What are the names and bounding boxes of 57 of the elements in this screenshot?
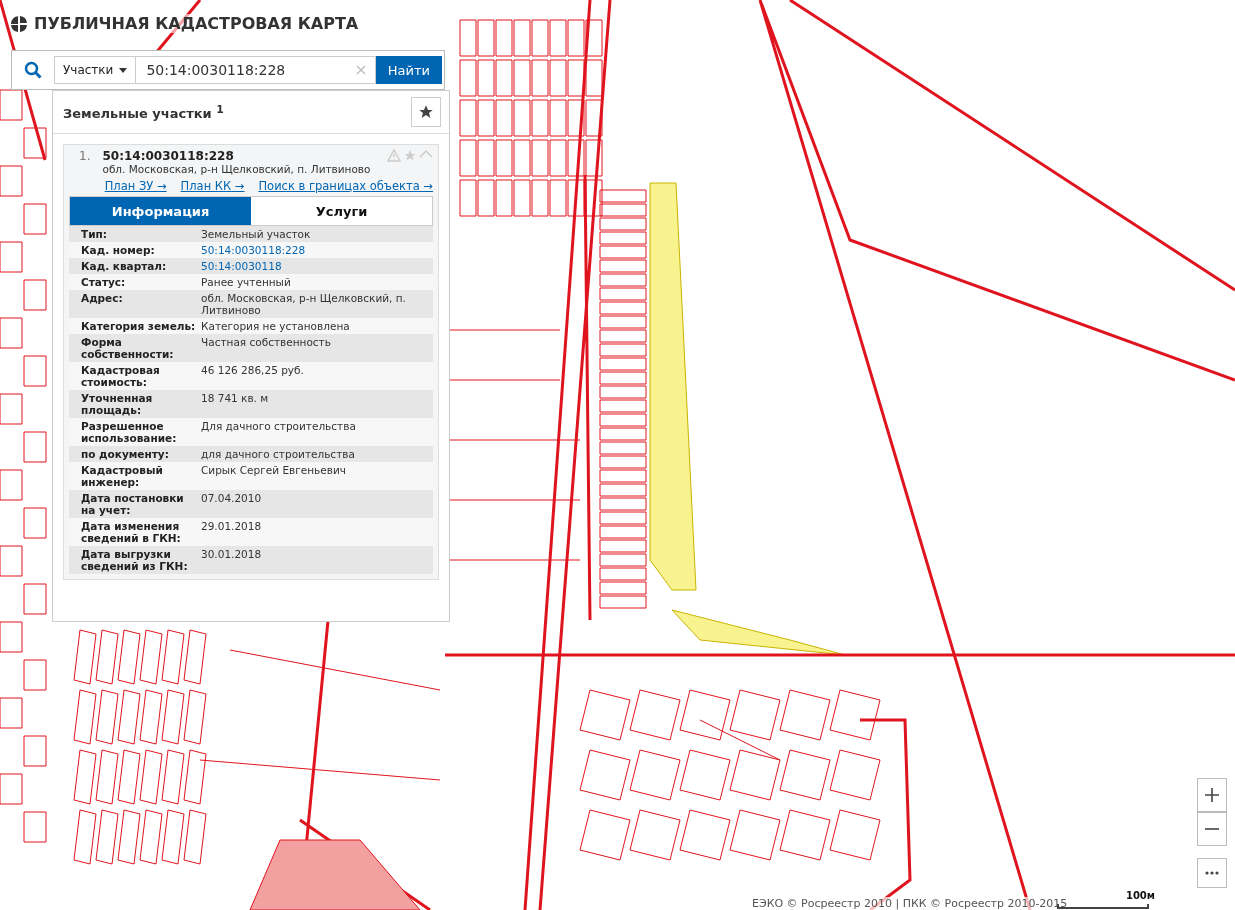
plan-link[interactable]: План ЗУ → (104, 179, 167, 193)
field-value: Для дачного строительства (201, 420, 357, 434)
plus-icon (1204, 787, 1220, 803)
field-label: Кад. номер: (81, 244, 156, 256)
zoom-in-button[interactable] (1197, 778, 1227, 812)
field-value: для дачного строительства (201, 448, 356, 460)
star-icon (418, 104, 434, 120)
results-title: Земельные участки $^{1}$ (63, 103, 224, 122)
caret-icon (119, 67, 128, 73)
field-label: Разрешенное использование: (81, 420, 178, 444)
field-label: Кадастровый инженер: (81, 464, 164, 488)
scale-label: 100м (1125, 890, 1155, 901)
field-value: Земельный участок (201, 228, 312, 240)
field-label: Тип: (81, 228, 108, 240)
plan-link[interactable]: Поиск в границах объекта → (258, 179, 433, 193)
search-field[interactable]: 50:14:0030118:228 (136, 56, 376, 84)
plan-link[interactable]: План КК → (180, 179, 245, 193)
field-value: 07.04.2010 (201, 492, 263, 506)
field-value: Ранее учтенный (201, 276, 292, 288)
dots-icon (1205, 871, 1219, 875)
field-label: Дата изменения сведений в ГКН: (81, 520, 182, 544)
field-link[interactable]: 50:14:0030118:228 (201, 244, 429, 256)
cadastral-number: 50:14:0030118:228 (102, 149, 235, 163)
field-label: Адрес: (81, 292, 124, 306)
star-icon[interactable] (403, 149, 417, 162)
field-value: Сирык Сергей Евгеньевич (201, 464, 347, 478)
field-value: 18 741 кв. м (201, 392, 270, 406)
field-label: по документу: (81, 448, 170, 460)
field-value: Категория не установлена (201, 320, 351, 332)
zoom-out-button[interactable] (1197, 812, 1227, 846)
attribution-text: ЕЭКО © Росреестр 2010 | ПКК © Росреестр 2010-2015 (752, 897, 1068, 910)
favorites-button[interactable] (411, 97, 441, 127)
field-label: Статус: (81, 276, 127, 288)
field-label: Уточненная площадь: (81, 392, 154, 416)
minus-icon (1204, 828, 1220, 830)
info-tab[interactable]: Информация (70, 197, 251, 225)
result-address: обл. Московская, р-н Щелковский, п. Литвиново (102, 163, 371, 175)
info-tab[interactable]: Услуги (251, 197, 432, 225)
field-value: Частная собственность (201, 336, 332, 350)
field-label: Форма собственности: (81, 336, 175, 360)
cadastral-map-drawing[interactable] (0, 0, 1235, 910)
field-link[interactable]: 50:14:0030118 (201, 260, 429, 272)
field-value: 29.01.2018 (201, 520, 263, 534)
field-value: обл. Московская, р-н Щелковский, п. Литвиново (201, 292, 407, 316)
result-index: 1. (79, 149, 91, 165)
app-title: ПУБЛИЧНАЯ КАДАСТРОВАЯ КАРТА (34, 14, 359, 33)
field-label: Дата постановки на учет: (81, 492, 185, 516)
logo-icon (10, 14, 28, 33)
field-label: Категория земель: (81, 320, 197, 332)
field-label: Кад. квартал: (81, 260, 168, 272)
category-dropdown[interactable]: Участки (54, 56, 137, 84)
field-value: 30.01.2018 (201, 548, 263, 562)
find-button[interactable]: Найти (375, 56, 442, 84)
field-value: 46 126 286,25 руб. (201, 364, 305, 378)
field-label: Кадастровая стоимость: (81, 364, 161, 388)
field-label: Дата выгрузки сведений из ГКН: (81, 548, 189, 572)
search-icon[interactable] (24, 61, 42, 79)
